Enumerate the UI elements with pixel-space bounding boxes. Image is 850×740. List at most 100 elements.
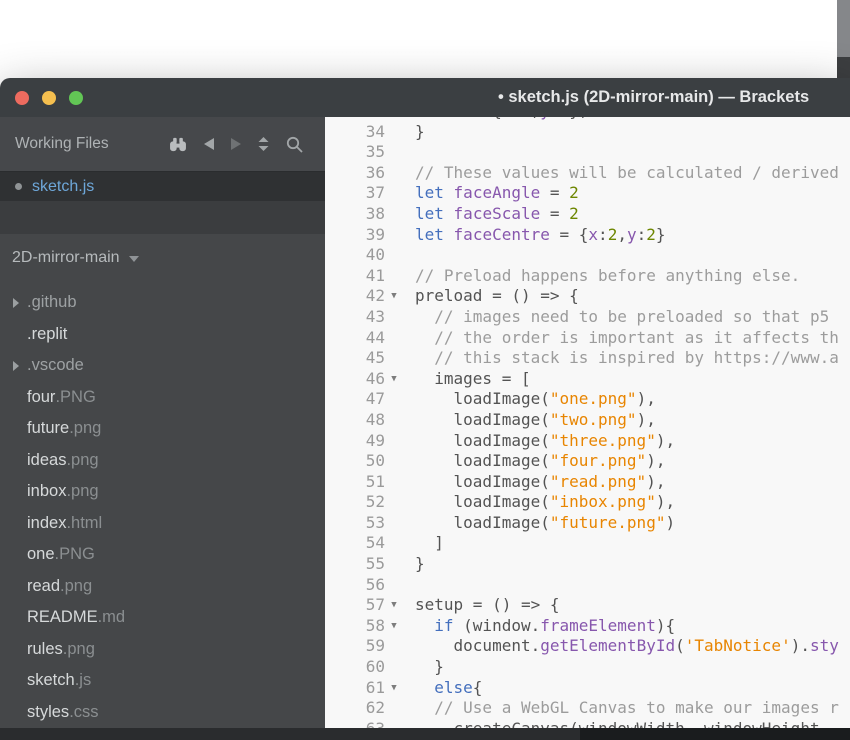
tree-file-README.md[interactable]: README .md xyxy=(0,602,325,634)
split-view-icon[interactable] xyxy=(258,137,269,151)
fold-gutter xyxy=(385,183,403,204)
background-window-edge xyxy=(837,0,850,78)
code-line-36[interactable]: 36 // These values will be calculated / d… xyxy=(325,163,850,184)
fold-arrow-icon[interactable]: ▼ xyxy=(385,678,403,699)
line-number: 36 xyxy=(365,162,385,182)
code-line-53[interactable]: 53 loadImage("future.png") xyxy=(325,513,850,534)
fold-arrow-icon[interactable]: ▼ xyxy=(385,595,403,616)
working-file-sketch.js[interactable]: sketch.js xyxy=(0,171,325,201)
line-number: 62 xyxy=(365,698,385,718)
chevron-right-icon[interactable] xyxy=(13,297,19,308)
code-line-39[interactable]: 39 let faceCentre = {x:2,y:2} xyxy=(325,225,850,246)
code-text: else{ xyxy=(434,677,483,697)
code-line-55[interactable]: 55} xyxy=(325,554,850,575)
code-line-52[interactable]: 52 loadImage("inbox.png"), xyxy=(325,492,850,513)
fold-gutter xyxy=(385,657,403,678)
code-line-47[interactable]: 47 loadImage("one.png"), xyxy=(325,389,850,410)
code-line-45[interactable]: 45 // this stack is inspired by https://… xyxy=(325,348,850,369)
line-number: 34 xyxy=(365,121,385,141)
code-line-59[interactable]: 59 document.getElementById('TabNotice').… xyxy=(325,636,850,657)
code-line-50[interactable]: 50 loadImage("four.png"), xyxy=(325,451,850,472)
code-line-46[interactable]: 46 ▼ images = [ xyxy=(325,369,850,390)
code-line-62[interactable]: 62 // Use a WebGL Canvas to make our ima… xyxy=(325,698,850,719)
close-button[interactable] xyxy=(15,90,29,105)
line-number: 51 xyxy=(365,471,385,491)
code-line-44[interactable]: 44 // the order is important as it affec… xyxy=(325,328,850,349)
code-line-38[interactable]: 38 let faceScale = 2 xyxy=(325,204,850,225)
line-number: 45 xyxy=(365,348,385,368)
code-text: } xyxy=(415,121,425,141)
line-number: 39 xyxy=(365,224,385,244)
tree-file-future.png[interactable]: future .png xyxy=(0,413,325,445)
code-line-37[interactable]: 37 let faceAngle = 2 xyxy=(325,183,850,204)
code-line-43[interactable]: 43 // images need to be preloaded so tha… xyxy=(325,307,850,328)
fold-gutter xyxy=(385,472,403,493)
line-number: 61 xyxy=(365,677,385,697)
fold-gutter xyxy=(385,533,403,554)
title-bar[interactable]: • sketch.js (2D-mirror-main) — Brackets xyxy=(0,78,850,117)
tree-file-index.html[interactable]: index .html xyxy=(0,508,325,540)
find-in-files-binoculars-icon[interactable] xyxy=(169,137,187,152)
code-editor[interactable]: {x:2,y:2},34}3536// These values will be… xyxy=(325,117,850,728)
search-icon[interactable] xyxy=(286,136,303,153)
line-number: 60 xyxy=(365,657,385,677)
code-line-51[interactable]: 51 loadImage("read.png"), xyxy=(325,472,850,493)
code-line-61[interactable]: 61 ▼ else{ xyxy=(325,678,850,699)
code-line-58[interactable]: 58 ▼ if (window.frameElement){ xyxy=(325,616,850,637)
tree-file-ideas.png[interactable]: ideas .png xyxy=(0,445,325,477)
window-title: • sketch.js (2D-mirror-main) — Brackets xyxy=(498,88,810,106)
dirty-dot-icon[interactable] xyxy=(15,183,22,190)
file-name: .replit xyxy=(27,324,68,343)
zoom-button[interactable] xyxy=(69,90,83,105)
code-line-57[interactable]: 57 ▼ setup = () => { xyxy=(325,595,850,616)
fold-gutter xyxy=(385,698,403,719)
tree-file-styles.css[interactable]: styles .css xyxy=(0,697,325,729)
tree-folder-.vscode[interactable]: .vscode xyxy=(0,350,325,382)
tree-file-sketch.js[interactable]: sketch .js xyxy=(0,665,325,697)
fold-arrow-icon[interactable]: ▼ xyxy=(385,616,403,637)
code-line-63[interactable]: 63 createCanvas(windowWidth, windowHeigh… xyxy=(325,719,850,728)
line-number: 40 xyxy=(365,245,385,265)
fold-arrow-icon[interactable]: ▼ xyxy=(385,286,403,307)
tree-file-one.PNG[interactable]: one .PNG xyxy=(0,539,325,571)
chevron-down-icon xyxy=(128,255,139,262)
code-line-48[interactable]: 48 loadImage("two.png"), xyxy=(325,410,850,431)
file-name: index xyxy=(27,513,67,532)
project-dropdown[interactable]: 2D-mirror-main xyxy=(0,244,325,271)
tree-file-four.PNG[interactable]: four .PNG xyxy=(0,382,325,414)
tree-file-inbox.png[interactable]: inbox .png xyxy=(0,476,325,508)
code-text: let faceScale = 2 xyxy=(415,203,579,223)
project-panel: 2D-mirror-main .github .replit .vscode four… xyxy=(0,234,325,728)
code-line-41[interactable]: 41 // Preload happens before anything els… xyxy=(325,266,850,287)
code-line-49[interactable]: 49 loadImage("three.png"), xyxy=(325,431,850,452)
bottom-screen-bar xyxy=(0,728,850,740)
navigate-back-icon[interactable] xyxy=(204,138,214,150)
file-name: future xyxy=(27,419,70,438)
fold-gutter xyxy=(385,328,403,349)
fold-gutter xyxy=(385,636,403,657)
tree-file-rules.png[interactable]: rules .png xyxy=(0,634,325,666)
tree-file-read.png[interactable]: read .png xyxy=(0,571,325,603)
code-line-35[interactable]: 35 xyxy=(325,142,850,163)
code-line-54[interactable]: 54 ] xyxy=(325,533,850,554)
tree-folder-.github[interactable]: .github xyxy=(0,287,325,319)
code-line-40[interactable]: 40 xyxy=(325,245,850,266)
file-extension: .PNG xyxy=(55,387,96,406)
file-extension: .png xyxy=(60,576,93,595)
line-number: 38 xyxy=(365,203,385,223)
code-line-56[interactable]: 56 xyxy=(325,575,850,596)
navigate-forward-icon[interactable] xyxy=(231,138,241,150)
fold-gutter xyxy=(385,575,403,596)
tree-file-.replit[interactable]: .replit xyxy=(0,319,325,351)
working-files-label: Working Files xyxy=(15,135,109,152)
line-number: 57 xyxy=(365,595,385,615)
fold-gutter xyxy=(385,307,403,328)
code-line-42[interactable]: 42 ▼ preload = () => { xyxy=(325,286,850,307)
minimize-button[interactable] xyxy=(42,90,56,105)
code-text: preload = () => { xyxy=(415,286,579,306)
fold-arrow-icon[interactable]: ▼ xyxy=(385,369,403,390)
code-line-60[interactable]: 60 } xyxy=(325,657,850,678)
chevron-right-icon[interactable] xyxy=(13,360,19,371)
background-window-edge-top xyxy=(837,0,850,57)
code-line-34[interactable]: 34} xyxy=(325,122,850,143)
